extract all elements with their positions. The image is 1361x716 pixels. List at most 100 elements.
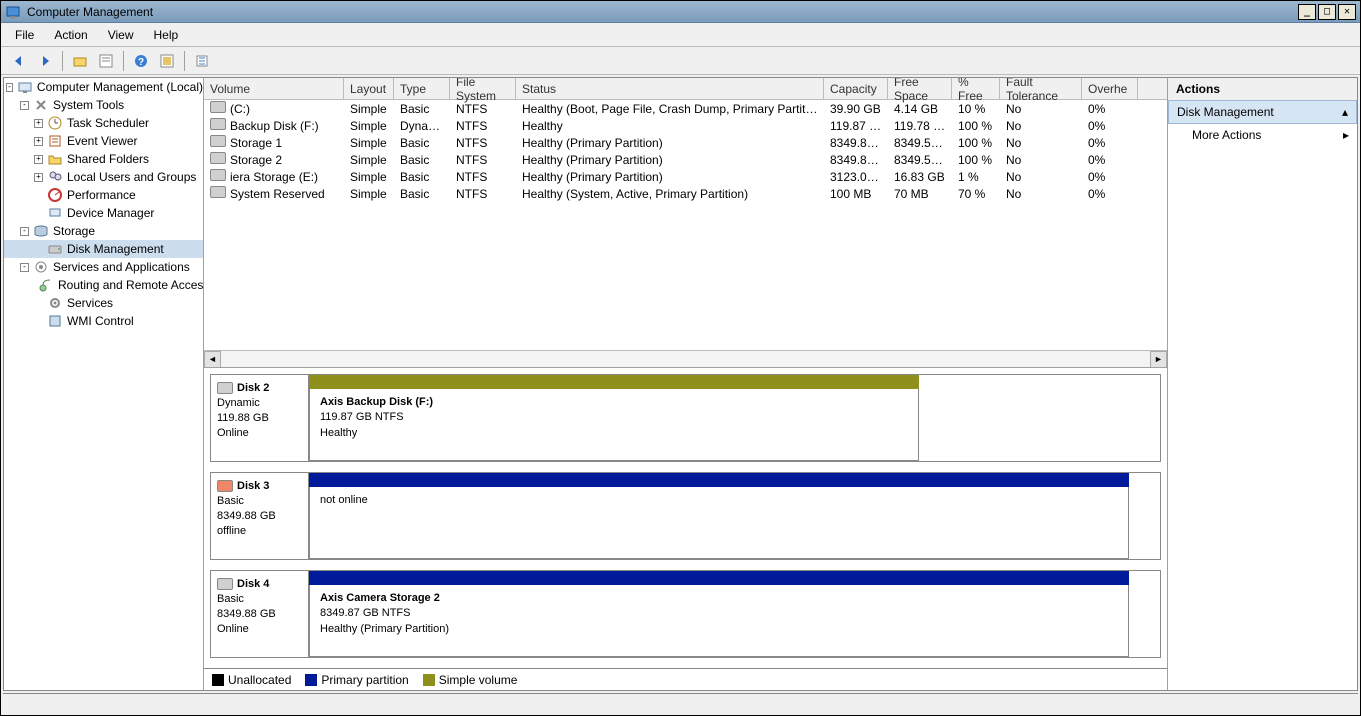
cell-volume: System Reserved [204, 186, 344, 201]
menu-action[interactable]: Action [44, 25, 97, 45]
expand-icon[interactable]: + [34, 119, 43, 128]
close-button[interactable]: ✕ [1338, 4, 1356, 20]
disk-row[interactable]: Disk 3Basic8349.88 GBofflinenot online [210, 472, 1161, 560]
help-button[interactable]: ? [129, 50, 153, 72]
volume-list-header: VolumeLayoutTypeFile SystemStatusCapacit… [204, 78, 1167, 100]
partition-wrapper[interactable]: Axis Backup Disk (F:)119.87 GB NTFSHealt… [309, 375, 919, 461]
tree-label: Task Scheduler [67, 116, 149, 130]
cell-fault: No [1000, 153, 1082, 167]
disk-icon [217, 480, 233, 492]
tree-event-viewer[interactable]: + Event Viewer [4, 132, 203, 150]
expand-icon[interactable]: + [34, 173, 43, 182]
cell-layout: Simple [344, 170, 394, 184]
back-button[interactable] [7, 50, 31, 72]
column-capacity[interactable]: Capacity [824, 78, 888, 99]
tree-pane[interactable]: -Computer Management (Local)-System Tool… [4, 78, 204, 690]
tree-performance[interactable]: Performance [4, 186, 203, 204]
tree-wmi-control[interactable]: WMI Control [4, 312, 203, 330]
cell-fault: No [1000, 136, 1082, 150]
drive-icon [210, 152, 226, 164]
tree-services[interactable]: Services [4, 294, 203, 312]
tree-device-manager[interactable]: Device Manager [4, 204, 203, 222]
column-type[interactable]: Type [394, 78, 450, 99]
volume-row[interactable]: System ReservedSimpleBasicNTFSHealthy (S… [204, 185, 1167, 202]
volume-row[interactable]: (C:)SimpleBasicNTFSHealthy (Boot, Page F… [204, 100, 1167, 117]
volume-list-body[interactable]: (C:)SimpleBasicNTFSHealthy (Boot, Page F… [204, 100, 1167, 350]
expand-icon[interactable]: - [20, 101, 29, 110]
disk-row[interactable]: Disk 4Basic8349.88 GBOnlineAxis Camera S… [210, 570, 1161, 658]
disk-info: Disk 3Basic8349.88 GBoffline [211, 473, 309, 559]
scroll-track[interactable] [221, 351, 1150, 368]
expand-icon[interactable]: + [34, 137, 43, 146]
volume-row[interactable]: Backup Disk (F:)SimpleDynamicNTFSHealthy… [204, 117, 1167, 134]
expand-icon[interactable]: - [6, 83, 13, 92]
column-free[interactable]: Free Space [888, 78, 952, 99]
partition-wrapper[interactable]: Axis Camera Storage 28349.87 GB NTFSHeal… [309, 571, 1129, 657]
device-icon [47, 205, 63, 221]
tree-system-tools[interactable]: -System Tools [4, 96, 203, 114]
refresh-button[interactable] [155, 50, 179, 72]
menu-file[interactable]: File [5, 25, 44, 45]
tree-label: Disk Management [67, 242, 164, 256]
disk-row[interactable]: Disk 2Dynamic119.88 GBOnlineAxis Backup … [210, 374, 1161, 462]
column-over[interactable]: Overhe [1082, 78, 1138, 99]
status-bar [3, 693, 1358, 713]
volume-row[interactable]: Storage 1SimpleBasicNTFSHealthy (Primary… [204, 134, 1167, 151]
actions-section-disk-management[interactable]: Disk Management ▴ [1168, 100, 1357, 124]
maximize-button[interactable]: □ [1318, 4, 1336, 20]
forward-button[interactable] [33, 50, 57, 72]
tree-storage[interactable]: -Storage [4, 222, 203, 240]
disk-size: 8349.88 GB [217, 607, 302, 622]
minimize-button[interactable]: _ [1298, 4, 1316, 20]
scroll-right-button[interactable]: ► [1150, 351, 1167, 368]
volume-row[interactable]: Storage 2SimpleBasicNTFSHealthy (Primary… [204, 151, 1167, 168]
column-volume[interactable]: Volume [204, 78, 344, 99]
column-fs[interactable]: File System [450, 78, 516, 99]
column-fault[interactable]: Fault Tolerance [1000, 78, 1082, 99]
partition-body[interactable]: Axis Backup Disk (F:)119.87 GB NTFSHealt… [309, 389, 919, 461]
tree-label: Local Users and Groups [67, 170, 196, 184]
expand-icon[interactable]: - [20, 263, 29, 272]
cell-type: Dynamic [394, 119, 450, 133]
tree-shared-folders[interactable]: +Shared Folders [4, 150, 203, 168]
scroll-left-button[interactable]: ◄ [204, 351, 221, 368]
expand-icon [34, 245, 43, 254]
column-layout[interactable]: Layout [344, 78, 394, 99]
tree-computer-management-local-[interactable]: -Computer Management (Local) [4, 78, 203, 96]
titlebar[interactable]: Computer Management _ □ ✕ [1, 1, 1360, 23]
tree-task-scheduler[interactable]: + Task Scheduler [4, 114, 203, 132]
partition-wrapper[interactable]: not online [309, 473, 1129, 559]
expand-icon[interactable]: + [34, 155, 43, 164]
cell-over: 0% [1082, 170, 1138, 184]
properties-button[interactable] [94, 50, 118, 72]
tree-disk-management[interactable]: Disk Management [4, 240, 203, 258]
tree-label: Event Viewer [67, 134, 137, 148]
menu-view[interactable]: View [98, 25, 144, 45]
column-status[interactable]: Status [516, 78, 824, 99]
partition-body[interactable]: Axis Camera Storage 28349.87 GB NTFSHeal… [309, 585, 1129, 657]
wmi-icon [47, 313, 63, 329]
expand-icon[interactable]: - [20, 227, 29, 236]
export-list-button[interactable] [190, 50, 214, 72]
disk-graphic-list[interactable]: Disk 2Dynamic119.88 GBOnlineAxis Backup … [204, 368, 1167, 668]
tree-services-and-applications[interactable]: -Services and Applications [4, 258, 203, 276]
cell-free: 8349.53 GB [888, 153, 952, 167]
partition-body[interactable]: not online [309, 487, 1129, 559]
up-button[interactable] [68, 50, 92, 72]
partition-color-bar [309, 571, 1129, 585]
column-pfree[interactable]: % Free [952, 78, 1000, 99]
actions-more-actions[interactable]: More Actions ▸ [1168, 124, 1357, 146]
drive-icon [210, 118, 226, 130]
cell-pfree: 100 % [952, 119, 1000, 133]
cell-status: Healthy [516, 119, 824, 133]
drive-icon [210, 186, 226, 198]
menu-help[interactable]: Help [144, 25, 189, 45]
cell-capacity: 39.90 GB [824, 102, 888, 116]
volume-list: VolumeLayoutTypeFile SystemStatusCapacit… [204, 78, 1167, 368]
cell-layout: Simple [344, 153, 394, 167]
tree-local-users-and-groups[interactable]: + Local Users and Groups [4, 168, 203, 186]
volume-row[interactable]: iera Storage (E:)SimpleBasicNTFSHealthy … [204, 168, 1167, 185]
cell-pfree: 100 % [952, 136, 1000, 150]
tree-routing-and-remote-access[interactable]: Routing and Remote Access [4, 276, 203, 294]
volume-list-scrollbar[interactable]: ◄ ► [204, 350, 1167, 367]
